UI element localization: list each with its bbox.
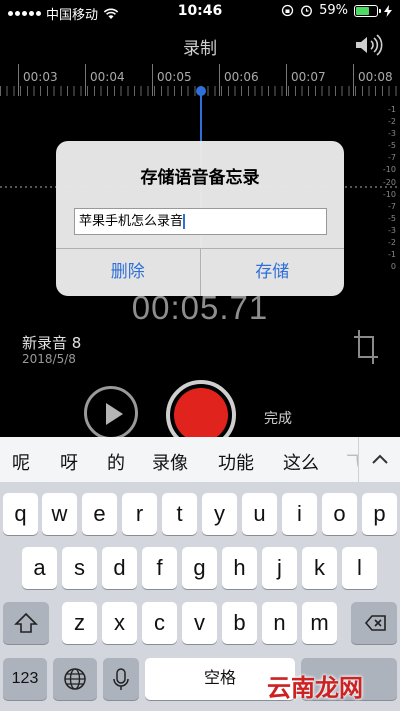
shift-icon <box>14 612 38 633</box>
expand-suggestions-button[interactable] <box>358 437 400 482</box>
suggestion-item[interactable]: 呀 <box>60 449 78 475</box>
key-o[interactable]: o <box>322 493 357 535</box>
dictation-key[interactable] <box>103 658 139 700</box>
suggestion-item[interactable]: 功能 <box>218 449 254 475</box>
record-icon <box>174 388 228 442</box>
key-y[interactable]: y <box>202 493 237 535</box>
timeline-label: 00:05 <box>157 70 192 84</box>
suggestion-item[interactable]: 这么 <box>283 449 319 475</box>
globe-icon <box>64 668 86 690</box>
key-a[interactable]: a <box>22 547 57 589</box>
key-x[interactable]: x <box>102 602 137 644</box>
orientation-lock-icon <box>281 4 294 17</box>
key-r[interactable]: r <box>122 493 157 535</box>
suggestion-bar: 呢 呀 的 录像 功能 这么 飞 <box>0 437 400 482</box>
key-e[interactable]: e <box>82 493 117 535</box>
key-u[interactable]: u <box>242 493 277 535</box>
text-caret <box>183 214 186 229</box>
key-s[interactable]: s <box>62 547 97 589</box>
backspace-icon <box>364 615 386 631</box>
shift-key[interactable] <box>3 602 49 644</box>
key-b[interactable]: b <box>222 602 257 644</box>
save-button[interactable]: 存储 <box>199 249 345 296</box>
microphone-icon <box>113 668 129 690</box>
decibel-scale: -1 -2 -3 -5 -7 -10 -20 -10 -7 -5 -3 -2 -1 0 <box>382 105 396 272</box>
globe-key[interactable] <box>53 658 97 700</box>
charging-icon <box>384 4 392 17</box>
key-q[interactable]: q <box>3 493 38 535</box>
key-i[interactable]: i <box>282 493 317 535</box>
dialog-title: 存储语音备忘录 <box>140 168 260 188</box>
key-c[interactable]: c <box>142 602 177 644</box>
key-g[interactable]: g <box>182 547 217 589</box>
backspace-key[interactable] <box>351 602 397 644</box>
key-l[interactable]: l <box>342 547 377 589</box>
key-d[interactable]: d <box>102 547 137 589</box>
timeline-label: 00:06 <box>224 70 259 84</box>
key-k[interactable]: k <box>302 547 337 589</box>
suggestion-item[interactable]: 的 <box>107 449 125 475</box>
battery-percent: 59% <box>319 3 348 18</box>
key-t[interactable]: t <box>162 493 197 535</box>
status-bar: 中国移动 10:46 59% <box>0 0 400 24</box>
play-icon <box>106 403 123 425</box>
battery-icon <box>354 4 381 17</box>
delete-button[interactable]: 删除 <box>56 249 200 296</box>
recording-name: 新录音 8 <box>22 334 82 352</box>
playhead-handle[interactable] <box>196 86 206 96</box>
key-z[interactable]: z <box>62 602 97 644</box>
memo-name-value: 苹果手机怎么录音 <box>79 214 184 229</box>
speaker-icon[interactable] <box>354 34 384 56</box>
key-n[interactable]: n <box>262 602 297 644</box>
key-h[interactable]: h <box>222 547 257 589</box>
key-p[interactable]: p <box>362 493 397 535</box>
alarm-icon <box>301 5 313 17</box>
trim-icon[interactable] <box>352 328 380 366</box>
key-j[interactable]: j <box>262 547 297 589</box>
timeline-label: 00:07 <box>291 70 326 84</box>
key-m[interactable]: m <box>302 602 337 644</box>
numbers-key[interactable]: 123 <box>3 658 47 700</box>
play-button[interactable] <box>84 386 138 440</box>
done-button[interactable]: 完成 <box>264 408 292 428</box>
save-memo-dialog: 存储语音备忘录 苹果手机怎么录音 删除 存储 <box>56 141 344 296</box>
chevron-up-icon <box>372 454 388 464</box>
watermark: 云南龙网 <box>267 674 363 702</box>
key-w[interactable]: w <box>42 493 77 535</box>
timeline-label: 00:03 <box>23 70 58 84</box>
page-title: 录制 <box>183 39 217 59</box>
memo-name-input[interactable]: 苹果手机怎么录音 <box>74 208 327 235</box>
suggestion-item[interactable]: 录像 <box>152 449 188 475</box>
suggestion-item[interactable]: 呢 <box>12 449 30 475</box>
recording-date: 2018/5/8 <box>22 352 76 366</box>
key-v[interactable]: v <box>182 602 217 644</box>
timeline-label: 00:08 <box>358 70 393 84</box>
timeline-label: 00:04 <box>90 70 125 84</box>
key-f[interactable]: f <box>142 547 177 589</box>
